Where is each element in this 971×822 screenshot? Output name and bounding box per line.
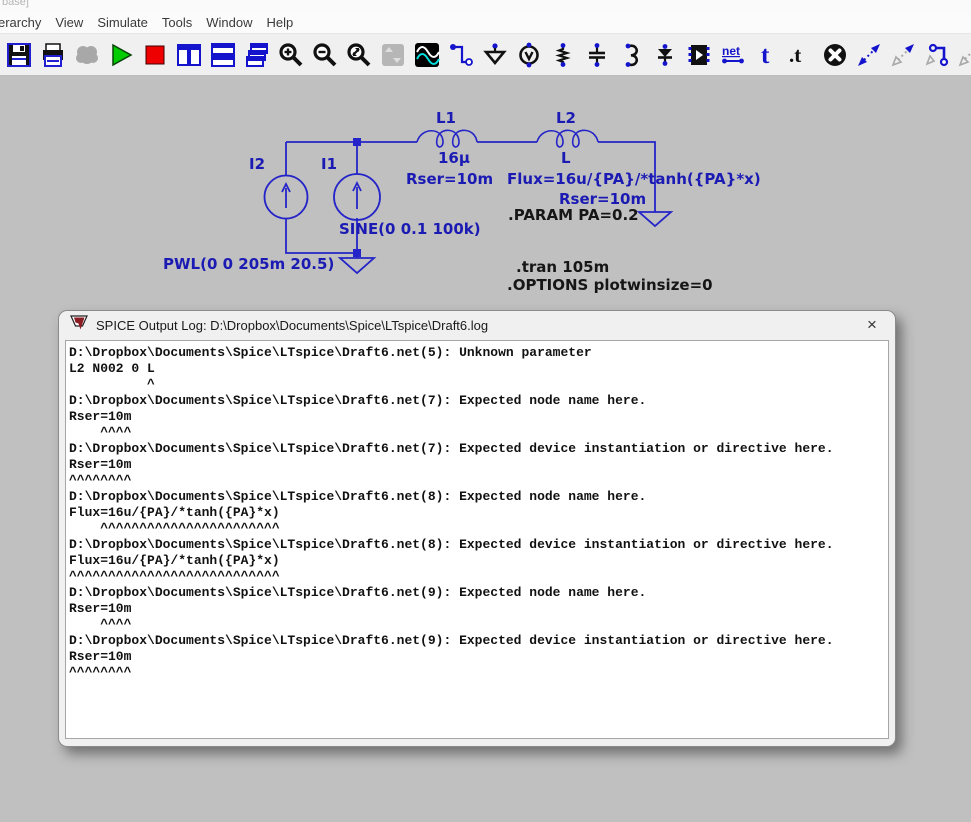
save-icon[interactable] xyxy=(6,42,32,68)
drag-icon[interactable] xyxy=(890,42,916,68)
ltspice-logo-icon xyxy=(70,315,88,336)
log-viewport[interactable]: D:\Dropbox\Documents\Spice\LTspice\Draft… xyxy=(65,340,889,739)
toolbar: net t .t xyxy=(0,34,971,76)
directive-tran[interactable]: .tran 105m xyxy=(516,258,609,276)
spice-output-log-dialog: SPICE Output Log: D:\Dropbox\Documents\S… xyxy=(58,310,896,747)
label-i2-value[interactable]: PWL(0 0 205m 20.5) xyxy=(163,255,334,273)
ground-symbol[interactable] xyxy=(337,256,377,275)
svg-text:t: t xyxy=(761,42,770,68)
ltspice-window: base] erarchy View Simulate Tools Window Help… xyxy=(0,0,971,822)
zoom-in-icon[interactable] xyxy=(278,42,304,68)
label-l2-name[interactable]: L2 xyxy=(556,109,576,127)
capacitor-icon[interactable] xyxy=(584,42,610,68)
svg-text:net: net xyxy=(722,44,740,58)
svg-text:.t: .t xyxy=(789,43,801,67)
move-icon[interactable] xyxy=(856,42,882,68)
current-source-i2[interactable] xyxy=(263,174,309,220)
inductor-icon[interactable] xyxy=(618,42,644,68)
log-text: D:\Dropbox\Documents\Spice\LTspice\Draft… xyxy=(69,345,834,680)
window-title-strip: base] xyxy=(0,0,971,14)
directive-options[interactable]: .OPTIONS plotwinsize=0 xyxy=(507,276,713,294)
wire-junction xyxy=(353,249,361,257)
dialog-title: SPICE Output Log: D:\Dropbox\Documents\S… xyxy=(96,318,489,333)
spice-directive-icon[interactable]: .t xyxy=(788,42,814,68)
menu-bar: erarchy View Simulate Tools Window Help xyxy=(0,14,971,34)
label-l1-name[interactable]: L1 xyxy=(436,109,456,127)
label-l1-rser[interactable]: Rser=10m xyxy=(406,170,493,188)
wire-icon[interactable] xyxy=(448,42,474,68)
current-source-i1[interactable] xyxy=(333,173,381,221)
tile-horizontal-icon[interactable] xyxy=(210,42,236,68)
cascade-windows-icon[interactable] xyxy=(244,42,270,68)
label-i1-name[interactable]: I1 xyxy=(321,155,337,173)
label-i2-name[interactable]: I2 xyxy=(249,155,265,173)
close-icon[interactable]: × xyxy=(861,314,883,336)
wire-drag-icon[interactable] xyxy=(924,42,950,68)
zoom-extents-icon[interactable] xyxy=(346,42,372,68)
menu-item-help[interactable]: Help xyxy=(267,14,294,32)
voltage-source-icon[interactable] xyxy=(516,42,542,68)
dialog-title-bar[interactable]: SPICE Output Log: D:\Dropbox\Documents\S… xyxy=(59,311,895,340)
ground-symbol[interactable] xyxy=(636,211,674,228)
menu-item-window[interactable]: Window xyxy=(206,14,252,32)
menu-item-tools[interactable]: Tools xyxy=(162,14,192,32)
text-icon[interactable]: t xyxy=(754,42,780,68)
zoom-out-icon[interactable] xyxy=(312,42,338,68)
directive-param[interactable]: .PARAM PA=0.2 xyxy=(508,206,639,224)
component-icon[interactable] xyxy=(686,42,712,68)
waveform-icon[interactable] xyxy=(414,42,440,68)
control-panel-icon[interactable] xyxy=(74,42,100,68)
ground-icon[interactable] xyxy=(482,42,508,68)
label-l1-value[interactable]: 16µ xyxy=(438,149,470,167)
halt-icon[interactable] xyxy=(142,42,168,68)
wire-junction xyxy=(353,138,361,146)
run-icon[interactable] xyxy=(108,42,134,68)
pan-icon[interactable] xyxy=(380,42,406,68)
label-l2-flux[interactable]: Flux=16u/{PA}/*tanh({PA}*x) xyxy=(507,170,761,188)
delete-icon[interactable] xyxy=(822,42,848,68)
rotate-icon[interactable] xyxy=(958,42,971,68)
menu-item-simulate[interactable]: Simulate xyxy=(97,14,148,32)
label-i1-value[interactable]: SINE(0 0.1 100k) xyxy=(339,220,481,238)
window-title-fragment: base] xyxy=(2,0,29,8)
print-icon[interactable] xyxy=(40,42,66,68)
diode-icon[interactable] xyxy=(652,42,678,68)
net-name-icon[interactable]: net xyxy=(720,42,746,68)
inductor-l2[interactable] xyxy=(536,129,599,148)
menu-item-erarchy[interactable]: erarchy xyxy=(0,14,41,32)
label-l2-value[interactable]: L xyxy=(561,149,571,167)
tile-vertical-icon[interactable] xyxy=(176,42,202,68)
resistor-icon[interactable] xyxy=(550,42,576,68)
inductor-l1[interactable] xyxy=(416,129,478,148)
menu-item-view[interactable]: View xyxy=(55,14,83,32)
